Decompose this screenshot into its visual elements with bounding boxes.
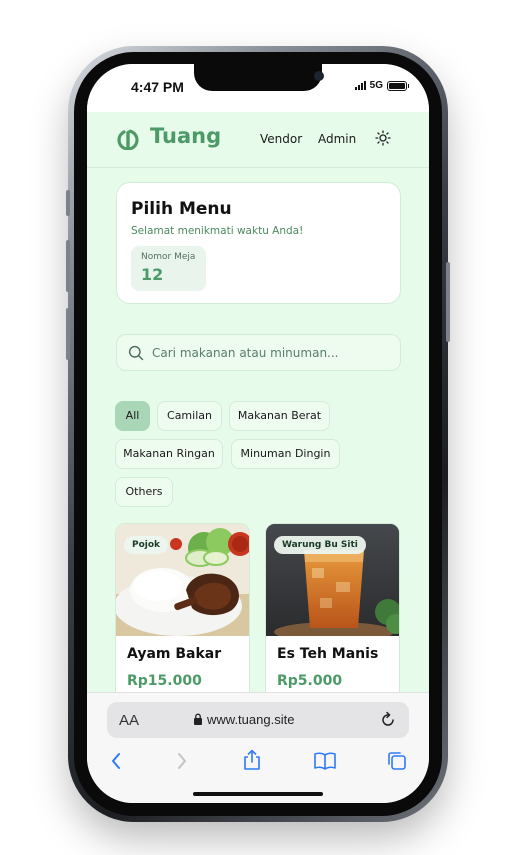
battery-icon — [387, 80, 409, 91]
action-button — [66, 190, 70, 216]
nav-admin[interactable]: Admin — [318, 132, 356, 146]
lock-icon — [194, 713, 202, 725]
front-camera — [314, 71, 324, 81]
vendor-badge: Pojok — [124, 536, 169, 554]
status-indicators: 5G — [354, 80, 409, 91]
home-indicator[interactable] — [193, 792, 323, 796]
table-number-box: Nomor Meja 12 — [131, 246, 206, 291]
table-number-label: Nomor Meja — [141, 252, 196, 262]
phone-screen: 4:47 PM 5G Tuang Vendor Admin Pilih Menu… — [87, 64, 429, 803]
text-size-label: AA — [119, 712, 140, 729]
browser-bottom-bar: AA www.tuang.site — [87, 692, 429, 803]
category-makanan-berat[interactable]: Makanan Berat — [229, 401, 330, 431]
back-icon[interactable] — [109, 751, 123, 771]
search-icon — [128, 345, 144, 361]
table-number-value: 12 — [141, 265, 164, 284]
volume-up-button — [66, 240, 70, 292]
forward-icon[interactable] — [175, 751, 189, 771]
logo-icon[interactable] — [115, 126, 141, 150]
url-text: www.tuang.site — [207, 712, 295, 727]
search-placeholder: Cari makanan atau minuman... — [152, 346, 339, 360]
item-name: Ayam Bakar — [127, 646, 222, 662]
sun-icon[interactable] — [375, 130, 391, 146]
bookmarks-icon[interactable] — [313, 752, 337, 770]
text-size-button[interactable]: AA — [119, 712, 139, 729]
category-makanan-ringan[interactable]: Makanan Ringan — [115, 439, 223, 469]
volume-down-button — [66, 308, 70, 360]
search-input[interactable]: Cari makanan atau minuman... — [116, 334, 401, 371]
signal-icon — [354, 81, 366, 90]
status-bar: 4:47 PM 5G — [87, 64, 429, 112]
tabs-icon[interactable] — [387, 751, 407, 771]
share-icon[interactable] — [242, 749, 262, 771]
item-price: Rp15.000 — [127, 673, 202, 689]
vendor-badge: Warung Bu Siti — [274, 536, 366, 554]
category-others[interactable]: Others — [115, 477, 173, 507]
welcome-text: Selamat menikmati waktu Anda! — [131, 225, 304, 237]
address-bar[interactable]: AA www.tuang.site — [107, 702, 409, 738]
status-time: 4:47 PM — [131, 79, 184, 95]
nav-vendor[interactable]: Vendor — [260, 132, 302, 146]
notch — [194, 64, 324, 91]
reload-icon[interactable] — [379, 711, 397, 729]
brand-name[interactable]: Tuang — [150, 124, 221, 148]
item-price: Rp5.000 — [277, 673, 343, 689]
item-name: Es Teh Manis — [277, 646, 379, 662]
network-label: 5G — [369, 80, 383, 91]
page-title: Pilih Menu — [131, 199, 232, 219]
category-all[interactable]: All — [115, 401, 150, 431]
category-minuman-dingin[interactable]: Minuman Dingin — [231, 439, 340, 469]
power-button — [446, 262, 450, 342]
menu-header-card: Pilih Menu Selamat menikmati waktu Anda!… — [116, 182, 401, 304]
category-camilan[interactable]: Camilan — [157, 401, 222, 431]
